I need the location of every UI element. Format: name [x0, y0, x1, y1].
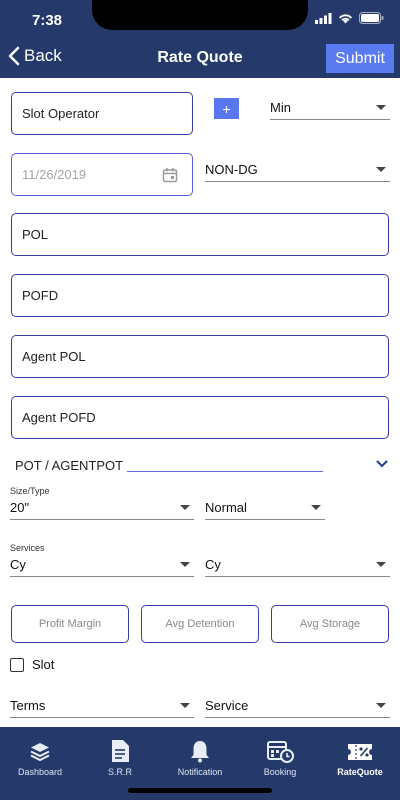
terms-label: Terms — [10, 698, 46, 713]
add-button[interactable]: + — [214, 98, 239, 119]
tab-label: RateQuote — [337, 767, 383, 777]
services-label: Services — [10, 543, 45, 553]
caret-down-icon — [376, 167, 386, 172]
status-icons — [315, 12, 384, 24]
services-select-2[interactable]: Cy — [205, 557, 390, 577]
avg-storage-field[interactable]: Avg Storage — [271, 605, 389, 643]
caret-down-icon — [180, 505, 190, 510]
pot-agentpot-label: POT / AGENTPOT — [15, 458, 124, 473]
tab-label: Dashboard — [17, 767, 63, 777]
slot-checkbox-row[interactable]: Slot — [10, 657, 54, 672]
service-select[interactable]: Service — [205, 698, 390, 718]
pot-agentpot-row[interactable]: POT / AGENTPOT — [15, 458, 390, 473]
tab-ratequote[interactable]: RateQuote — [320, 727, 400, 777]
tab-label: Booking — [263, 767, 297, 777]
tab-label: S.R.R — [107, 767, 132, 777]
size-type-label: Size/Type — [10, 486, 50, 496]
caret-down-icon — [376, 703, 386, 708]
pofd-field[interactable]: POFD — [11, 274, 389, 317]
agent-pofd-field[interactable]: Agent POFD — [11, 396, 389, 439]
caret-down-icon — [311, 505, 321, 510]
document-icon — [112, 740, 129, 762]
calendar-icon — [162, 167, 178, 182]
app-header: 7:38 Back Rate Quote Submit — [0, 0, 400, 78]
min-select[interactable]: Min — [270, 100, 390, 120]
tab-notification[interactable]: Notification — [160, 727, 240, 777]
chevron-down-icon[interactable] — [376, 460, 388, 468]
services-value-1: Cy — [10, 557, 26, 572]
agent-pol-field[interactable]: Agent POL — [11, 335, 389, 378]
ticket-percent-icon — [348, 744, 372, 760]
pot-underline — [127, 471, 324, 472]
tab-srr[interactable]: S.R.R — [80, 727, 160, 777]
service-label: Service — [205, 698, 249, 713]
size-value: 20" — [10, 500, 30, 515]
profit-margin-field[interactable]: Profit Margin — [11, 605, 129, 643]
min-select-value: Min — [270, 100, 291, 115]
home-indicator — [128, 788, 272, 793]
type-select[interactable]: Normal — [205, 500, 325, 520]
avg-detention-field[interactable]: Avg Detention — [141, 605, 259, 643]
bell-icon — [191, 741, 209, 763]
signal-icon — [315, 12, 332, 24]
slot-operator-field[interactable]: Slot Operator — [11, 92, 193, 135]
tab-label: Notification — [177, 767, 223, 777]
date-field[interactable]: 11/26/2019 — [11, 153, 193, 196]
wifi-icon — [339, 13, 352, 23]
type-value: Normal — [205, 500, 247, 515]
caret-down-icon — [376, 562, 386, 567]
services-select-1[interactable]: Cy — [10, 557, 194, 577]
cargo-type-value: NON-DG — [205, 162, 258, 177]
submit-button[interactable]: Submit — [326, 44, 394, 73]
cargo-type-select[interactable]: NON-DG — [205, 162, 390, 182]
device-notch — [92, 0, 308, 30]
tab-booking[interactable]: Booking — [240, 727, 320, 777]
size-select[interactable]: 20" — [10, 500, 194, 520]
tab-dashboard[interactable]: Dashboard — [0, 727, 80, 777]
caret-down-icon — [376, 105, 386, 110]
slot-label: Slot — [32, 657, 55, 672]
caret-down-icon — [180, 562, 190, 567]
date-placeholder: 11/26/2019 — [22, 167, 87, 182]
layers-icon — [30, 743, 50, 762]
services-value-2: Cy — [205, 557, 221, 572]
terms-select[interactable]: Terms — [10, 698, 194, 718]
slot-checkbox[interactable] — [10, 657, 24, 672]
pol-field[interactable]: POL — [11, 213, 389, 256]
status-time: 7:38 — [32, 12, 63, 29]
battery-icon — [359, 12, 384, 24]
caret-down-icon — [180, 703, 190, 708]
calendar-clock-icon — [267, 741, 294, 763]
